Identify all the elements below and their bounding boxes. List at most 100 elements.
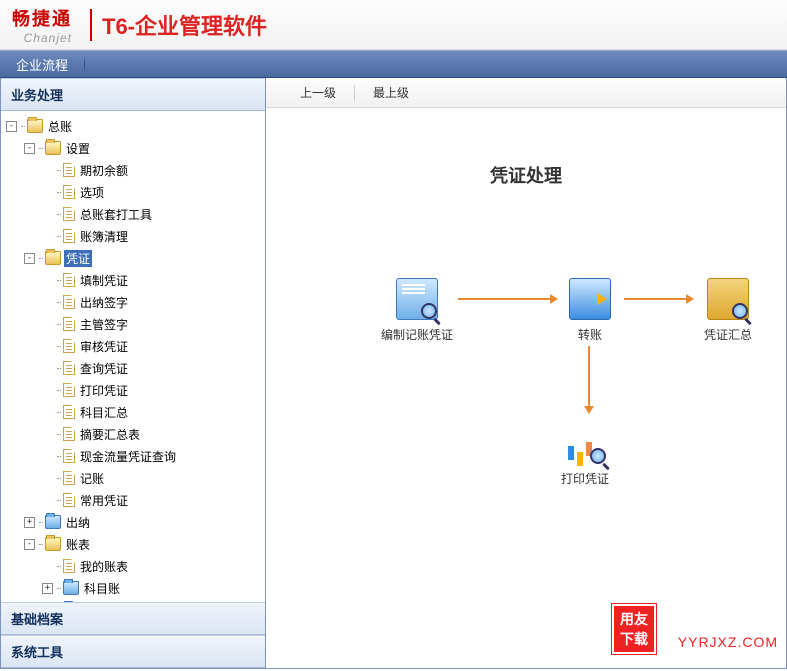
tree-node[interactable]: +科目账 bbox=[2, 576, 264, 598]
product-title: T6-企业管理软件 bbox=[102, 9, 267, 41]
document-icon bbox=[63, 295, 75, 309]
tree-node[interactable]: 期初余额 bbox=[2, 158, 264, 180]
document-icon bbox=[63, 361, 75, 375]
tree-node[interactable]: 主管签字 bbox=[2, 312, 264, 334]
document-icon bbox=[63, 339, 75, 353]
tree-node[interactable]: 选项 bbox=[2, 180, 264, 202]
summary-sheet-icon bbox=[707, 278, 749, 320]
tree-node[interactable]: 总账套打工具 bbox=[2, 202, 264, 224]
arrow-2-to-4 bbox=[588, 346, 590, 406]
wf-node-voucher-summary[interactable]: 凭证汇总 bbox=[704, 278, 752, 343]
content-panel: 上一级 最上级 凭证处理 编制记账凭证 转账 凭证汇总 打印凭证 bbox=[266, 78, 786, 668]
tree-node-label: 凭证 bbox=[64, 250, 92, 267]
tree-node[interactable]: 打印凭证 bbox=[2, 378, 264, 400]
tree-node[interactable]: 填制凭证 bbox=[2, 268, 264, 290]
breadcrumb-up[interactable]: 上一级 bbox=[288, 82, 348, 103]
folder-icon bbox=[63, 581, 79, 595]
document-icon bbox=[63, 449, 75, 463]
tree-node[interactable]: - 凭证 bbox=[2, 246, 264, 268]
tree-node[interactable]: 审核凭证 bbox=[2, 334, 264, 356]
tree-node[interactable]: 账簿清理 bbox=[2, 224, 264, 246]
document-icon bbox=[63, 383, 75, 397]
tree-node-label: 科目汇总 bbox=[78, 404, 130, 421]
breadcrumb-top[interactable]: 最上级 bbox=[361, 82, 421, 103]
document-icon bbox=[63, 163, 75, 177]
watermark-badge: 用友 下载 bbox=[612, 604, 656, 654]
menu-separator bbox=[84, 55, 85, 73]
document-icon bbox=[63, 493, 75, 507]
document-icon bbox=[63, 207, 75, 221]
breadcrumb: 上一级 最上级 bbox=[266, 78, 786, 108]
nav-tree: -总账-设置期初余额选项总账套打工具账簿清理-凭证填制凭证出纳签字主管签字审核凭… bbox=[2, 114, 264, 602]
document-icon bbox=[63, 471, 75, 485]
app-body: 业务处理 -总账-设置期初余额选项总账套打工具账簿清理-凭证填制凭证出纳签字主管… bbox=[0, 78, 787, 669]
tree-node[interactable]: 摘要汇总表 bbox=[2, 422, 264, 444]
document-magnifier-icon bbox=[396, 278, 438, 320]
tree-node-label: 总账 bbox=[46, 118, 74, 135]
tree-node[interactable]: 记账 bbox=[2, 466, 264, 488]
workflow-title: 凭证处理 bbox=[490, 162, 562, 188]
magnifier-icon bbox=[590, 448, 608, 466]
vendor-logo: 畅捷通 Chanjet bbox=[12, 5, 72, 45]
vendor-name-cn: 畅捷通 bbox=[12, 5, 72, 31]
tree-panel[interactable]: -总账-设置期初余额选项总账套打工具账簿清理-凭证填制凭证出纳签字主管签字审核凭… bbox=[1, 111, 265, 602]
wf-label: 编制记账凭证 bbox=[381, 326, 453, 343]
tree-node[interactable]: 我的账表 bbox=[2, 554, 264, 576]
collapse-icon[interactable]: - bbox=[24, 253, 35, 264]
expand-icon[interactable]: + bbox=[24, 517, 35, 528]
logo-separator bbox=[90, 9, 92, 41]
wf-label: 凭证汇总 bbox=[704, 326, 752, 343]
section-archive[interactable]: 基础档案 bbox=[1, 602, 265, 635]
tree-node-label: 我的账表 bbox=[78, 558, 130, 575]
tree-node-label: 主管签字 bbox=[78, 316, 130, 333]
document-icon bbox=[63, 185, 75, 199]
folder-icon bbox=[45, 537, 61, 551]
tree-node[interactable]: 出纳签字 bbox=[2, 290, 264, 312]
magnifier-icon bbox=[421, 303, 439, 321]
tree-node-label: 选项 bbox=[78, 184, 106, 201]
folder-icon bbox=[45, 515, 61, 529]
arrow-1-to-2 bbox=[458, 298, 550, 300]
sidebar: 业务处理 -总账-设置期初余额选项总账套打工具账簿清理-凭证填制凭证出纳签字主管… bbox=[1, 78, 266, 668]
wf-node-compose-voucher[interactable]: 编制记账凭证 bbox=[381, 278, 453, 343]
document-icon bbox=[63, 317, 75, 331]
tree-node-label: 填制凭证 bbox=[78, 272, 130, 289]
folder-icon bbox=[45, 141, 61, 155]
tree-node[interactable]: 科目汇总 bbox=[2, 400, 264, 422]
tree-node[interactable]: -账表 bbox=[2, 532, 264, 554]
document-icon bbox=[63, 427, 75, 441]
section-tools[interactable]: 系统工具 bbox=[1, 635, 265, 668]
tree-node[interactable]: 查询凭证 bbox=[2, 356, 264, 378]
folder-icon bbox=[27, 119, 43, 133]
menubar: 企业流程 bbox=[0, 50, 787, 78]
tree-node-label: 总账套打工具 bbox=[78, 206, 154, 223]
app-header: 畅捷通 Chanjet T6-企业管理软件 bbox=[0, 0, 787, 50]
workflow-canvas: 凭证处理 编制记账凭证 转账 凭证汇总 打印凭证 用友 下载 YYRJXZ bbox=[266, 108, 786, 668]
document-icon bbox=[63, 405, 75, 419]
wf-label: 打印凭证 bbox=[561, 470, 609, 487]
tree-node-label: 账簿清理 bbox=[78, 228, 130, 245]
tree-node[interactable]: + 出纳 bbox=[2, 510, 264, 532]
collapse-icon[interactable]: - bbox=[6, 121, 17, 132]
tree-node[interactable]: - 设置 bbox=[2, 136, 264, 158]
tree-node-label: 审核凭证 bbox=[78, 338, 130, 355]
tree-node-label: 设置 bbox=[64, 140, 92, 157]
collapse-icon[interactable]: - bbox=[24, 539, 35, 550]
tree-node-label: 出纳签字 bbox=[78, 294, 130, 311]
tree-node[interactable]: 常用凭证 bbox=[2, 488, 264, 510]
collapse-icon[interactable]: - bbox=[24, 143, 35, 154]
breadcrumb-separator bbox=[354, 85, 355, 101]
menu-enterprise-flow[interactable]: 企业流程 bbox=[0, 51, 84, 77]
tree-node-label: 打印凭证 bbox=[78, 382, 130, 399]
tree-node-label: 出纳 bbox=[64, 514, 92, 531]
wf-node-transfer[interactable]: 转账 bbox=[569, 278, 611, 343]
expand-icon[interactable]: + bbox=[42, 583, 53, 594]
tree-node[interactable]: 现金流量凭证查询 bbox=[2, 444, 264, 466]
arrow-2-to-3 bbox=[624, 298, 686, 300]
document-icon bbox=[63, 229, 75, 243]
tree-node[interactable]: - 总账 bbox=[2, 114, 264, 136]
wf-node-print-voucher[interactable]: 打印凭证 bbox=[561, 422, 609, 487]
tree-node-label: 摘要汇总表 bbox=[78, 426, 142, 443]
section-business[interactable]: 业务处理 bbox=[1, 78, 265, 111]
tree-node-label: 期初余额 bbox=[78, 162, 130, 179]
